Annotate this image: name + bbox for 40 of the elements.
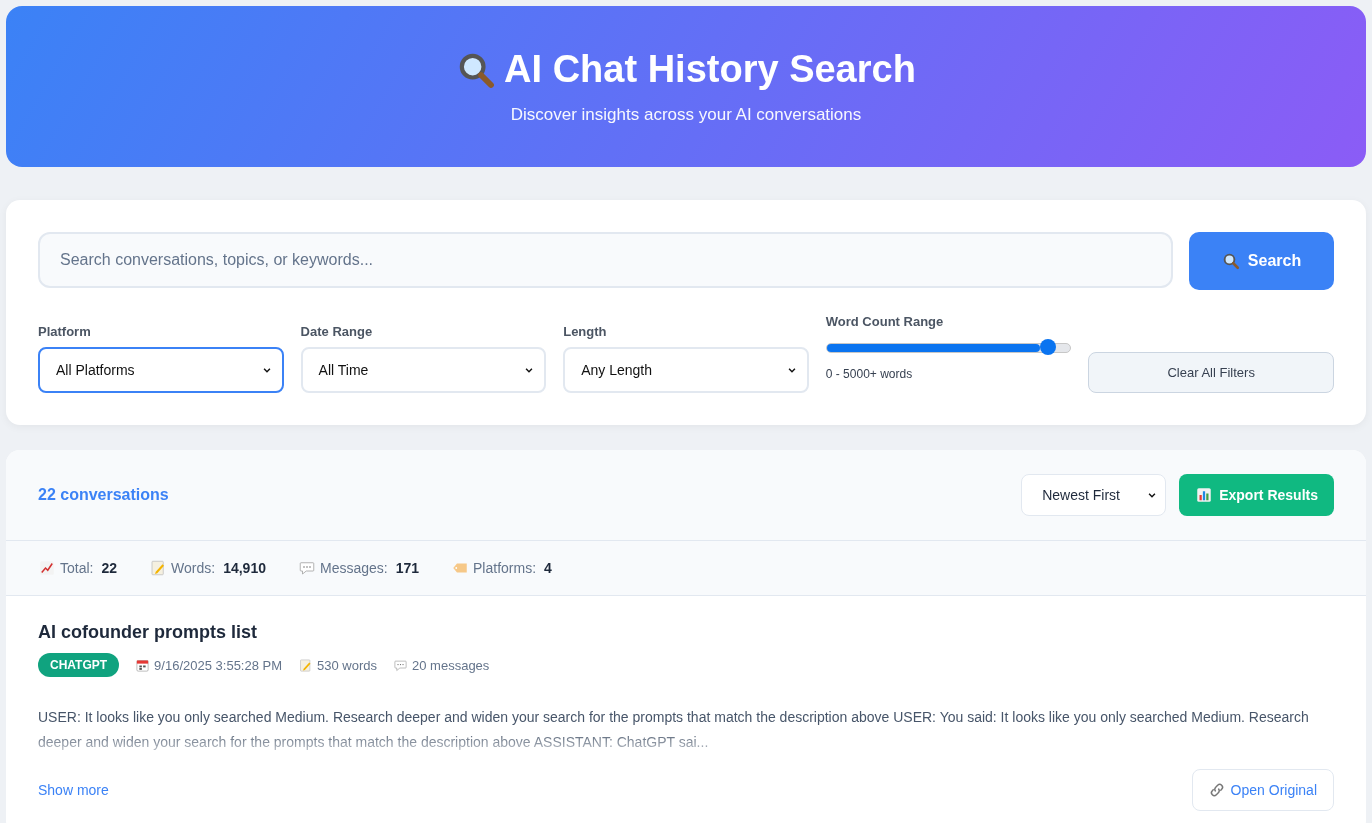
filter-label: Date Range (300, 324, 374, 339)
trend-chart-icon (38, 559, 56, 577)
result-count: 22 conversations (38, 486, 169, 504)
dropdown[interactable]: Any Length (563, 347, 809, 393)
page-title: AI Chat History Search (504, 48, 916, 91)
link-icon (1208, 782, 1225, 798)
conversation-title[interactable]: AI cofounder prompts list (38, 622, 1334, 643)
page-subtitle: Discover insights across your AI conversations (510, 105, 862, 125)
stat-value: 171 (395, 560, 420, 576)
speech-bubble-icon (297, 559, 316, 577)
stat-value: 14,910 (223, 560, 266, 576)
slider-reading: 0 - 5000+ words (825, 367, 914, 381)
stat-value: 22 (101, 560, 118, 576)
slider-thumb[interactable] (1040, 339, 1057, 355)
stat-label: Messages: (319, 560, 388, 576)
stat-label: Platforms: (473, 560, 537, 576)
dropdown[interactable]: All Platforms (38, 347, 284, 393)
platform-tag: CHATGPT (38, 653, 120, 677)
calendar-icon (135, 657, 151, 673)
search-icon (1221, 252, 1240, 270)
speech-bubble-icon (393, 657, 409, 673)
bar-chart-icon (1195, 486, 1214, 504)
sort-dropdown[interactable]: Newest First (1021, 474, 1167, 516)
clear-filters-button[interactable]: Clear All Filters (1088, 352, 1334, 393)
filter-label: Word Count Range (825, 314, 945, 329)
stat-value: 4 (544, 560, 552, 576)
show-more-link[interactable]: Show more (38, 782, 109, 798)
open-original-button[interactable]: Open Original (1191, 769, 1334, 811)
filter-label: Platform (38, 324, 92, 339)
word-count: 530 words (317, 657, 378, 673)
stat-label: Total: (60, 560, 94, 576)
conversation-preview: USER: It looks like you only searched Medium. Research deeper and widen your search for the prompts that match the description above USER: You said: It looks like you only searched Medium. Research deeper and widen your search for the prompts that match the description above ASSISTANT: ChatGPT sai... (38, 708, 1310, 752)
stat-label: Words: (171, 560, 216, 576)
filter-label: Length (563, 324, 608, 339)
search-button[interactable]: Search (1189, 232, 1334, 290)
message-count: 20 messages (412, 657, 490, 673)
dropdown[interactable]: All Time (300, 347, 547, 393)
conversation-date: 9/16/2025 3:55:28 PM (154, 657, 283, 673)
memo-icon (298, 657, 314, 673)
search-field[interactable]: Search conversations, topics, or keywords... (38, 232, 1173, 288)
